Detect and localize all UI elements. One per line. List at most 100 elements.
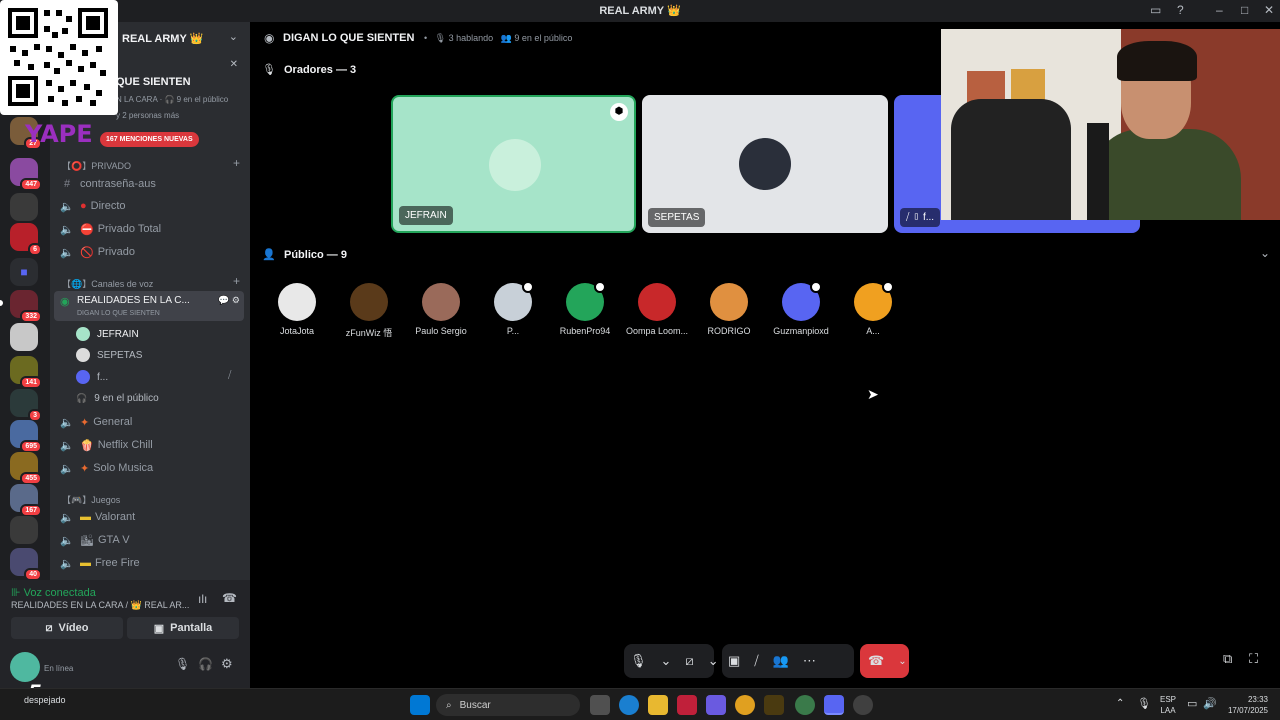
mic-icon[interactable]: 🎙 xyxy=(175,657,190,671)
audience-header: Público — 9 xyxy=(284,249,347,261)
task-view-icon[interactable] xyxy=(590,695,610,715)
audience-member[interactable]: Paulo Sergio xyxy=(405,283,477,336)
channel-private[interactable]: 🔈 🚫 Privado xyxy=(58,242,244,262)
server-icon[interactable]: 40 xyxy=(10,548,42,581)
weather[interactable]: despejado xyxy=(24,695,66,705)
avatar xyxy=(854,281,894,321)
action-controls[interactable]: ▣ ⧸ 👥 ⋯ xyxy=(722,644,854,678)
avatar xyxy=(489,139,541,191)
mentions-badge[interactable]: 167 MENCIONES NUEVAS xyxy=(100,132,199,147)
audience-member[interactable]: Oompa Loom... xyxy=(621,283,693,336)
server-icon[interactable]: 167 xyxy=(10,484,42,517)
app-icon[interactable] xyxy=(764,695,784,715)
audience-member[interactable]: P... xyxy=(477,281,549,336)
channel-active[interactable]: ◉ REALIDADES EN LA C... DIGAN LO QUE SIE… xyxy=(54,291,244,321)
channel-gta[interactable]: 🔈 🏙 GTA V xyxy=(58,530,244,550)
folder-icon[interactable] xyxy=(648,695,668,715)
muted-icon: ⧸ xyxy=(228,370,232,381)
speaker-icon: 🔈 xyxy=(60,462,74,475)
app-icon[interactable] xyxy=(853,695,873,715)
add-channel-icon[interactable]: + xyxy=(233,156,240,170)
chevron-down-icon[interactable]: ⌄ xyxy=(229,30,238,43)
avatar[interactable] xyxy=(10,652,40,682)
audience-member[interactable]: JotaJota xyxy=(261,283,333,336)
server-name[interactable]: REAL ARMY 👑 xyxy=(122,32,203,45)
tray-chevron-icon[interactable]: ⌃ xyxy=(1116,698,1124,709)
channel-freefire[interactable]: 🔈 ▬ Free Fire xyxy=(58,553,244,573)
server-icon[interactable]: 6 xyxy=(10,223,42,256)
voice-member[interactable]: JEFRAIN xyxy=(76,325,139,343)
server-icon[interactable]: 3 xyxy=(10,389,42,422)
gear-icon[interactable]: ⚙ xyxy=(221,656,233,672)
channel-total-private[interactable]: 🔈 ⛔ Privado Total xyxy=(58,219,244,239)
headset-icon[interactable]: 🎧 xyxy=(198,657,213,671)
speaker-icon: 🔈 xyxy=(60,511,74,524)
folder-icon[interactable]: ■ xyxy=(10,258,38,286)
channel-music[interactable]: 🔈 ✦ Solo Musica xyxy=(58,458,244,478)
channel-direct[interactable]: 🔈 ● Directo xyxy=(58,196,244,216)
channel-general[interactable]: 🔈 ✦ General xyxy=(58,412,244,432)
network-icon[interactable]: ▭ xyxy=(1187,697,1197,710)
invite-icon: 👥 xyxy=(772,653,789,668)
chevron-down-icon: ⌄ xyxy=(898,655,907,667)
screen-button[interactable]: ▣ Pantalla xyxy=(127,617,239,639)
disconnect-icon[interactable]: ☎ xyxy=(222,591,237,605)
chrome-icon[interactable] xyxy=(735,695,755,715)
voice-location[interactable]: REALIDADES EN LA CARA / 👑 REAL AR... xyxy=(11,600,189,611)
server-icon[interactable] xyxy=(10,193,38,221)
leave-stage-button[interactable]: ☎ ⌄ xyxy=(860,644,909,678)
close-icon[interactable]: ✕ xyxy=(1264,3,1274,17)
audience-member[interactable]: Guzmanpioxd xyxy=(765,281,837,336)
speaker-tile[interactable]: SEPETAS xyxy=(642,95,888,233)
avatar xyxy=(638,283,676,321)
chevron-down-icon[interactable]: ⌄ xyxy=(1260,246,1270,260)
speaker-icon: 🔈 xyxy=(60,416,74,429)
popout-icon[interactable]: ⧉ xyxy=(1223,651,1232,667)
app-icon[interactable] xyxy=(677,695,697,715)
audience-member[interactable]: A... xyxy=(837,281,909,336)
audience-member[interactable]: RubenPro94 xyxy=(549,281,621,336)
close-icon[interactable]: ✕ xyxy=(230,59,238,70)
channel-password[interactable]: # contraseña-aus xyxy=(58,174,244,194)
mic-icon[interactable]: 🎙 xyxy=(1137,697,1151,710)
mic-control[interactable]: 🎙 ⌄ ⧄ ⌄ xyxy=(624,644,719,678)
server-icon[interactable]: 695 xyxy=(10,420,42,453)
avatar xyxy=(350,283,388,321)
start-icon[interactable] xyxy=(410,695,430,715)
video-button[interactable]: ⧄ Vídeo xyxy=(11,617,123,639)
yape-logo: YAPE xyxy=(25,120,93,148)
edge-icon[interactable] xyxy=(619,695,639,715)
server-icon[interactable]: 447 xyxy=(10,158,42,191)
language[interactable]: ESP LAA xyxy=(1160,694,1176,716)
add-channel-icon[interactable]: + xyxy=(233,274,240,288)
minimize-icon[interactable]: – xyxy=(1216,3,1223,17)
server-icon[interactable]: 332 xyxy=(10,290,42,323)
stage-icon: ◉ xyxy=(60,296,70,308)
audience-member[interactable]: RODRIGO xyxy=(693,283,765,336)
app-icon[interactable] xyxy=(706,695,726,715)
volume-icon[interactable]: 🔊 xyxy=(1203,697,1217,710)
category-private[interactable]: 【⭕】PRIVADO xyxy=(62,159,131,172)
category-voice[interactable]: 【🌐】Canales de voz xyxy=(62,277,153,290)
help-icon[interactable]: ? xyxy=(1177,3,1184,17)
audience-member[interactable]: zFunWiz 悟 xyxy=(333,283,405,339)
voice-member[interactable]: SEPETAS xyxy=(76,346,142,364)
server-icon[interactable]: 141 xyxy=(10,356,42,389)
voice-member[interactable]: f... xyxy=(76,368,108,386)
discord-icon[interactable] xyxy=(824,695,844,715)
clock[interactable]: 23:33 17/07/2025 xyxy=(1222,694,1268,716)
server-icon[interactable]: 455 xyxy=(10,452,42,485)
noise-icon[interactable]: ılı xyxy=(198,592,207,606)
inbox-icon[interactable]: ▭ xyxy=(1150,3,1161,17)
app-icon[interactable] xyxy=(795,695,815,715)
category-games[interactable]: 【🎮】Juegos xyxy=(62,493,120,506)
channel-valorant[interactable]: 🔈 ▬ Valorant xyxy=(58,507,244,527)
phone-hangup-icon: ☎ xyxy=(868,653,885,668)
maximize-icon[interactable]: □ xyxy=(1241,3,1248,17)
channel-netflix[interactable]: 🔈 🍿 Netflix Chill xyxy=(58,435,244,455)
search-bar[interactable]: ⌕ Buscar xyxy=(436,694,580,716)
speaker-tile[interactable]: ⬢ JEFRAIN xyxy=(391,95,636,233)
server-icon[interactable] xyxy=(10,516,38,544)
fullscreen-icon[interactable]: ⛶ xyxy=(1249,651,1258,667)
server-icon[interactable] xyxy=(10,323,38,351)
